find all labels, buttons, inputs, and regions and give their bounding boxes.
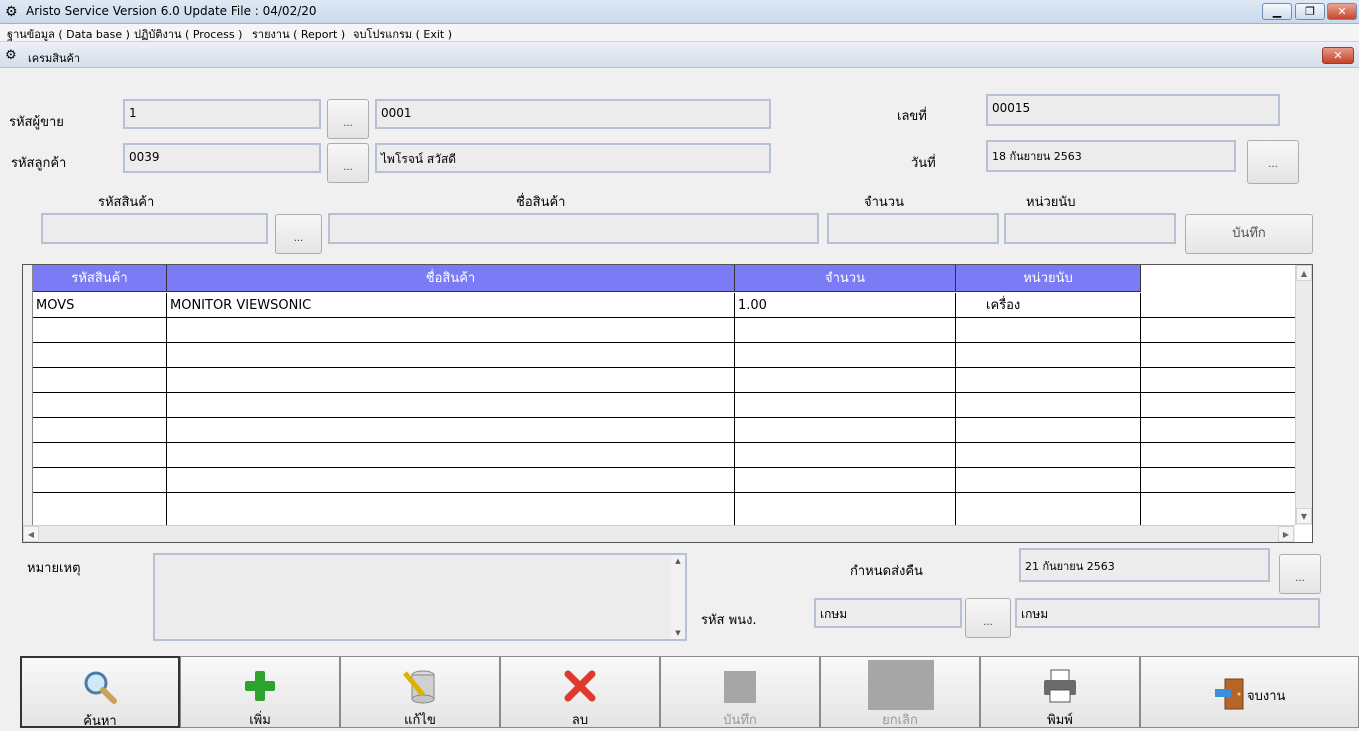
cell-empty[interactable]: [1141, 293, 1295, 318]
scroll-left-icon[interactable]: ◀: [23, 526, 39, 542]
return-date-label: กำหนดส่งคืน: [850, 564, 923, 579]
table-row[interactable]: [33, 468, 1295, 493]
customer-name-field[interactable]: ไพโรจน์ สวัสดี: [375, 143, 771, 173]
remark-textarea[interactable]: ▲ ▼: [153, 553, 687, 641]
table-row[interactable]: [33, 368, 1295, 393]
scroll-down-icon[interactable]: ▼: [671, 629, 685, 637]
cell-unit[interactable]: เครื่อง: [956, 293, 1141, 318]
seller-lookup-button[interactable]: ...: [327, 99, 369, 139]
date-label: วันที่: [911, 156, 936, 171]
plus-icon: [181, 667, 339, 705]
grid-header-code[interactable]: รหัสสินค้า: [33, 265, 167, 292]
qty-label: จำนวน: [864, 195, 904, 210]
grid-horizontal-scrollbar[interactable]: ◀ ▶: [23, 525, 1295, 542]
cell-code[interactable]: MOVS: [33, 293, 167, 318]
date-field[interactable]: 18 กันยายน 2563: [986, 140, 1236, 172]
print-button-label: พิมพ์: [1047, 713, 1073, 728]
search-button[interactable]: ค้นหา: [20, 656, 180, 729]
remark-label: หมายเหตุ: [27, 561, 81, 576]
menu-exit[interactable]: จบโปรแกรม ( Exit ): [353, 25, 452, 43]
exit-button-label: จบงาน: [1247, 689, 1286, 704]
minimize-button[interactable]: ▁: [1262, 3, 1292, 20]
scroll-up-icon[interactable]: ▲: [671, 557, 685, 565]
qty-input[interactable]: [827, 213, 999, 244]
printer-icon: [981, 667, 1139, 705]
cancel-placeholder-icon: [868, 660, 934, 710]
document-number-field[interactable]: 00015: [986, 94, 1280, 126]
table-row[interactable]: MOVS MONITOR VIEWSONIC 1.00 เครื่อง: [33, 293, 1295, 318]
scroll-down-icon[interactable]: ▼: [1296, 508, 1312, 524]
add-button-label: เพิ่ม: [249, 713, 271, 728]
title-bar: ⚙ Aristo Service Version 6.0 Update File…: [0, 0, 1359, 24]
child-window-title: เครมสินค้า: [28, 52, 81, 65]
return-date-picker-button[interactable]: ...: [1279, 554, 1321, 594]
seller-label: รหัสผู้ขาย: [9, 115, 64, 130]
items-grid[interactable]: รหัสสินค้า ชื่อสินค้า จำนวน หน่วยนับ MOV…: [22, 264, 1313, 543]
print-button[interactable]: พิมพ์: [980, 656, 1140, 728]
staff-code-field[interactable]: เกษม: [814, 598, 962, 628]
staff-lookup-button[interactable]: ...: [965, 598, 1011, 638]
cancel-button-label: ยกเลิก: [882, 713, 918, 728]
date-picker-button[interactable]: ...: [1247, 140, 1299, 184]
table-row[interactable]: [33, 343, 1295, 368]
delete-icon: [501, 667, 659, 705]
return-date-field[interactable]: 21 กันยายน 2563: [1019, 548, 1270, 582]
menu-process[interactable]: ปฏิบัติงาน ( Process ): [134, 25, 242, 43]
edit-database-icon: [341, 667, 499, 705]
item-code-label: รหัสสินค้า: [98, 195, 155, 210]
window-title: Aristo Service Version 6.0 Update File :…: [26, 4, 317, 18]
child-close-button[interactable]: ✕: [1322, 47, 1354, 64]
item-lookup-button[interactable]: ...: [275, 214, 322, 254]
grid-vertical-scrollbar[interactable]: ▲ ▼: [1295, 265, 1312, 525]
grid-header-unit[interactable]: หน่วยนับ: [956, 265, 1141, 292]
delete-button-label: ลบ: [571, 713, 589, 728]
exit-button[interactable]: จบงาน: [1140, 656, 1359, 728]
remark-scrollbar[interactable]: ▲ ▼: [671, 555, 685, 639]
cell-qty[interactable]: 1.00: [735, 293, 956, 318]
menu-database[interactable]: ฐานข้อมูล ( Data base ): [7, 25, 130, 43]
table-row[interactable]: [33, 418, 1295, 443]
number-label: เลขที่: [897, 109, 927, 124]
cell-name[interactable]: MONITOR VIEWSONIC: [167, 293, 735, 318]
app-icon: ⚙: [5, 4, 18, 20]
table-row[interactable]: [33, 443, 1295, 468]
scroll-right-icon[interactable]: ▶: [1278, 526, 1294, 542]
customer-code-field[interactable]: 0039: [123, 143, 321, 173]
table-row[interactable]: [33, 393, 1295, 418]
table-row[interactable]: [33, 493, 1295, 525]
edit-button[interactable]: แก้ไข: [340, 656, 500, 728]
seller-code-field[interactable]: 1: [123, 99, 321, 129]
delete-button[interactable]: ลบ: [500, 656, 660, 728]
staff-name-field[interactable]: เกษม: [1015, 598, 1320, 628]
table-row[interactable]: [33, 318, 1295, 343]
save-placeholder-icon: [661, 667, 819, 705]
customer-lookup-button[interactable]: ...: [327, 143, 369, 183]
unit-label: หน่วยนับ: [1026, 195, 1076, 210]
close-button[interactable]: ✕: [1327, 3, 1357, 20]
search-icon: [22, 668, 178, 706]
unit-input[interactable]: [1004, 213, 1176, 244]
seller-name-field[interactable]: 0001: [375, 99, 771, 129]
restore-button[interactable]: ❐: [1295, 3, 1325, 20]
grid-header-qty[interactable]: จำนวน: [735, 265, 956, 292]
child-window-titlebar: ⚙ เครมสินค้า: [0, 44, 1359, 68]
save-button[interactable]: บันทึก: [660, 656, 820, 728]
customer-label: รหัสลูกค้า: [11, 156, 67, 171]
item-name-input[interactable]: [328, 213, 819, 244]
grid-header-name[interactable]: ชื่อสินค้า: [167, 265, 735, 292]
staff-label: รหัส พนง.: [701, 613, 757, 628]
form-icon: ⚙: [5, 48, 17, 63]
scroll-up-icon[interactable]: ▲: [1296, 265, 1312, 281]
add-button[interactable]: เพิ่ม: [180, 656, 340, 728]
edit-button-label: แก้ไข: [404, 713, 436, 728]
item-code-input[interactable]: [41, 213, 268, 244]
menu-bar: ฐานข้อมูล ( Data base ) ปฏิบัติงาน ( Pro…: [0, 24, 1359, 42]
item-name-label: ชื่อสินค้า: [516, 195, 566, 210]
save-button-label: บันทึก: [723, 713, 757, 728]
cancel-button[interactable]: ยกเลิก: [820, 656, 980, 728]
add-line-save-button[interactable]: บันทึก: [1185, 214, 1313, 254]
exit-door-icon: [1213, 677, 1247, 711]
menu-report[interactable]: รายงาน ( Report ): [252, 25, 345, 43]
grid-row-headers: [23, 265, 33, 525]
